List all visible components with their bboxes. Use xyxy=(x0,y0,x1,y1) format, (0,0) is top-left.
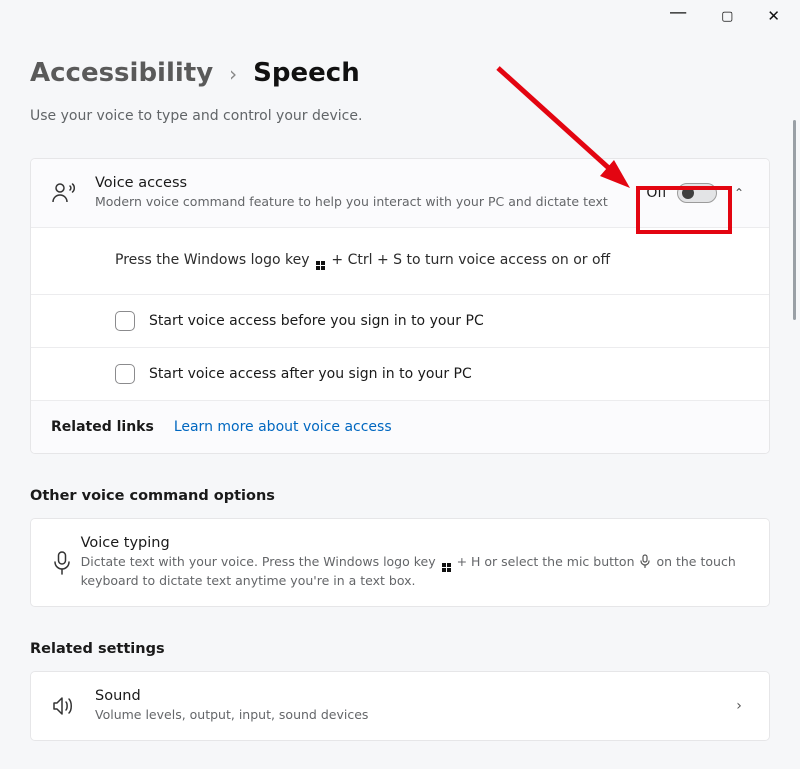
chevron-right-icon: › xyxy=(729,698,749,714)
voice-typing-card[interactable]: Voice typing Dictate text with your voic… xyxy=(30,518,770,607)
sound-desc: Volume levels, output, input, sound devi… xyxy=(95,706,729,724)
maximize-button[interactable]: ▢ xyxy=(721,9,733,24)
voice-access-before-signin-row[interactable]: Start voice access before you sign in to… xyxy=(31,294,769,347)
voice-access-after-signin-checkbox[interactable] xyxy=(115,364,135,384)
window-titlebar: — ▢ ✕ xyxy=(669,0,800,32)
speaker-icon xyxy=(51,695,95,717)
voice-access-title: Voice access xyxy=(95,175,646,191)
breadcrumb-separator: › xyxy=(229,62,237,86)
other-voice-heading: Other voice command options xyxy=(30,488,770,504)
voice-typing-title: Voice typing xyxy=(81,535,749,551)
mic-inline-icon xyxy=(640,554,650,568)
voice-access-toggle-label: Off xyxy=(646,185,667,201)
breadcrumb-current: Speech xyxy=(253,58,360,88)
related-settings-heading: Related settings xyxy=(30,641,770,657)
mic-icon xyxy=(51,550,81,576)
windows-key-icon xyxy=(442,563,451,572)
voice-access-icon xyxy=(51,181,95,205)
minimize-button[interactable]: — xyxy=(669,2,687,23)
learn-more-voice-access-link[interactable]: Learn more about voice access xyxy=(174,419,392,435)
breadcrumb-parent[interactable]: Accessibility xyxy=(30,58,213,88)
page-subheading: Use your voice to type and control your … xyxy=(30,108,770,124)
voice-access-expander[interactable]: ⌃ xyxy=(729,186,749,200)
voice-access-before-signin-label: Start voice access before you sign in to… xyxy=(149,313,484,329)
voice-access-card: Voice access Modern voice command featur… xyxy=(30,158,770,454)
close-button[interactable]: ✕ xyxy=(767,7,780,25)
voice-access-header-row[interactable]: Voice access Modern voice command featur… xyxy=(31,159,769,227)
windows-key-icon xyxy=(316,261,325,270)
voice-access-desc: Modern voice command feature to help you… xyxy=(95,193,646,211)
voice-access-related-row: Related links Learn more about voice acc… xyxy=(31,400,769,453)
voice-access-toggle[interactable] xyxy=(677,183,717,203)
scrollbar[interactable] xyxy=(793,120,796,320)
sound-card[interactable]: Sound Volume levels, output, input, soun… xyxy=(30,671,770,741)
voice-access-after-signin-label: Start voice access after you sign in to … xyxy=(149,366,472,382)
voice-access-shortcut-info: Press the Windows logo key + Ctrl + S to… xyxy=(31,227,769,294)
voice-access-after-signin-row[interactable]: Start voice access after you sign in to … xyxy=(31,347,769,400)
voice-access-before-signin-checkbox[interactable] xyxy=(115,311,135,331)
related-links-label: Related links xyxy=(51,419,154,435)
sound-title: Sound xyxy=(95,688,729,704)
breadcrumb: Accessibility › Speech xyxy=(30,58,770,88)
voice-typing-desc: Dictate text with your voice. Press the … xyxy=(81,553,749,590)
